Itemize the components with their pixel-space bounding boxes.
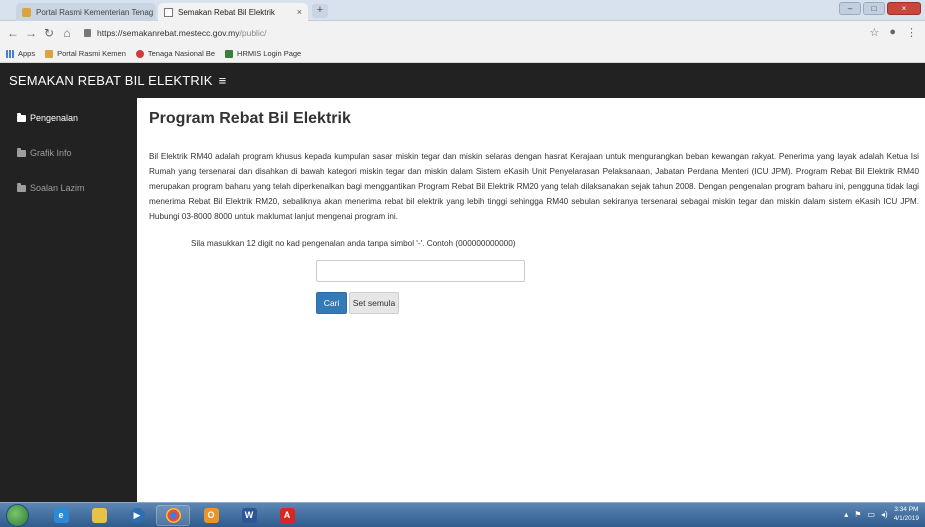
browser-tab-semakan[interactable]: Semakan Rebat Bil Elektrik × bbox=[158, 3, 308, 21]
sidebar-item-soalan-lazim[interactable]: Soalan Lazim bbox=[0, 178, 85, 198]
more-menu-icon[interactable]: ⋮ bbox=[906, 26, 917, 39]
ic-instruction: Sila masukkan 12 digit no kad pengenalan… bbox=[191, 239, 516, 248]
url-host: semakanrebat.mestecc.gov.my bbox=[122, 28, 240, 38]
program-description: Bil Elektrik RM40 adalah program khusus … bbox=[149, 152, 919, 221]
window-controls: – □ × bbox=[839, 2, 921, 15]
tab-title: Semakan Rebat Bil Elektrik bbox=[178, 7, 275, 17]
tray-arrow-icon[interactable]: ▴ bbox=[844, 510, 848, 519]
bookmarks-bar: Apps Portal Rasmi Kemen Tenaga Nasional … bbox=[0, 45, 925, 63]
bookmark-label: Apps bbox=[18, 49, 36, 58]
start-button[interactable] bbox=[6, 504, 29, 527]
folder-icon bbox=[17, 147, 26, 157]
flag-icon[interactable]: ⚑ bbox=[854, 510, 861, 519]
search-button[interactable]: Cari bbox=[316, 292, 347, 314]
tab-title: Portal Rasmi Kementerian Tenag bbox=[36, 7, 154, 17]
app-title[interactable]: SEMAKAN REBAT BIL ELEKTRIK bbox=[9, 73, 213, 88]
chrome-icon bbox=[165, 508, 181, 523]
back-arrow-icon[interactable]: ← bbox=[4, 26, 22, 40]
main-content: Program Rebat Bil Elektrik Bil Elektrik … bbox=[137, 98, 925, 502]
address-bar-actions: ☆ ● ⋮ bbox=[869, 26, 917, 39]
browser-tab-bar: Portal Rasmi Kementerian Tenag × Semakan… bbox=[0, 0, 925, 21]
outlook-icon: O bbox=[203, 508, 219, 523]
url-field[interactable]: https://semakanrebat.mestecc.gov.my/publ… bbox=[84, 28, 266, 38]
taskbar-ie[interactable]: e bbox=[44, 505, 78, 526]
sidebar-item-grafik-info[interactable]: Grafik Info bbox=[0, 143, 72, 163]
new-tab-button[interactable]: + bbox=[312, 4, 328, 18]
address-bar: ← → ↻ ⌂ https://semakanrebat.mestecc.gov… bbox=[0, 21, 925, 45]
taskbar: e ▶ O W A ▴ ⚑ ▭ ◂) 3:34 PM 4/1/2019 bbox=[0, 502, 925, 527]
sidebar-item-pengenalan[interactable]: Pengenalan bbox=[0, 108, 78, 128]
close-tab-icon[interactable]: × bbox=[293, 7, 302, 17]
tnb-favicon-icon bbox=[135, 49, 144, 58]
folder-explorer-icon bbox=[91, 508, 107, 523]
ic-number-input[interactable] bbox=[316, 260, 525, 282]
bookmark-apps[interactable]: Apps bbox=[6, 49, 35, 58]
maximize-button[interactable]: □ bbox=[863, 2, 885, 15]
profile-icon[interactable]: ● bbox=[889, 26, 896, 39]
lock-icon bbox=[84, 29, 91, 37]
url-scheme: https:// bbox=[97, 28, 123, 38]
taskbar-word[interactable]: W bbox=[232, 505, 266, 526]
sidebar: Pengenalan Grafik Info Soalan Lazim bbox=[0, 98, 137, 502]
media-player-icon: ▶ bbox=[129, 508, 145, 523]
hrmis-favicon-icon bbox=[225, 49, 234, 58]
internet-explorer-icon: e bbox=[53, 508, 69, 523]
page-favicon-icon bbox=[164, 7, 173, 17]
system-tray: ▴ ⚑ ▭ ◂) 3:34 PM 4/1/2019 bbox=[844, 505, 919, 523]
hamburger-menu-icon[interactable]: ≡ bbox=[219, 73, 227, 88]
apps-grid-icon bbox=[6, 49, 14, 58]
clock-time: 3:34 PM bbox=[894, 506, 919, 513]
gov-favicon-icon bbox=[22, 7, 31, 17]
sidebar-item-label: Soalan Lazim bbox=[30, 183, 85, 193]
gov-favicon-icon bbox=[45, 49, 54, 58]
bookmark-tenaga[interactable]: Tenaga Nasional Be bbox=[135, 49, 216, 58]
bookmark-label: HRMIS Login Page bbox=[237, 49, 302, 58]
bookmark-portal[interactable]: Portal Rasmi Kemen bbox=[45, 49, 126, 58]
taskbar-explorer[interactable] bbox=[82, 505, 116, 526]
page-title: Program Rebat Bil Elektrik bbox=[149, 110, 351, 127]
home-icon[interactable]: ⌂ bbox=[58, 26, 76, 40]
sidebar-item-label: Grafik Info bbox=[30, 148, 72, 158]
reload-icon[interactable]: ↻ bbox=[40, 26, 58, 40]
bookmark-hrmis[interactable]: HRMIS Login Page bbox=[225, 49, 301, 58]
bookmark-label: Portal Rasmi Kemen bbox=[57, 49, 126, 58]
taskbar-outlook[interactable]: O bbox=[194, 505, 228, 526]
close-tab-icon[interactable]: × bbox=[153, 7, 156, 17]
network-icon[interactable]: ▭ bbox=[867, 510, 875, 519]
clock[interactable]: 3:34 PM 4/1/2019 bbox=[894, 505, 919, 523]
taskbar-chrome[interactable] bbox=[156, 505, 190, 526]
app-header: SEMAKAN REBAT BIL ELEKTRIK ≡ bbox=[0, 63, 925, 98]
word-icon: W bbox=[241, 508, 257, 523]
sidebar-item-label: Pengenalan bbox=[30, 113, 79, 123]
browser-tab-portal[interactable]: Portal Rasmi Kementerian Tenag × bbox=[16, 3, 156, 21]
acrobat-icon: A bbox=[279, 508, 295, 523]
taskbar-media[interactable]: ▶ bbox=[120, 505, 154, 526]
window-close-button[interactable]: × bbox=[887, 2, 921, 15]
bookmark-label: Tenaga Nasional Be bbox=[147, 49, 216, 58]
taskbar-acrobat[interactable]: A bbox=[270, 505, 304, 526]
bookmark-star-icon[interactable]: ☆ bbox=[869, 26, 879, 39]
reset-button[interactable]: Set semula bbox=[349, 292, 399, 314]
folder-icon bbox=[17, 112, 26, 122]
clock-date: 4/1/2019 bbox=[893, 515, 919, 522]
volume-icon[interactable]: ◂) bbox=[881, 510, 888, 519]
url-path: /public/ bbox=[239, 28, 267, 38]
minimize-button[interactable]: – bbox=[839, 2, 861, 15]
folder-icon bbox=[17, 182, 26, 192]
forward-arrow-icon[interactable]: → bbox=[22, 26, 40, 40]
